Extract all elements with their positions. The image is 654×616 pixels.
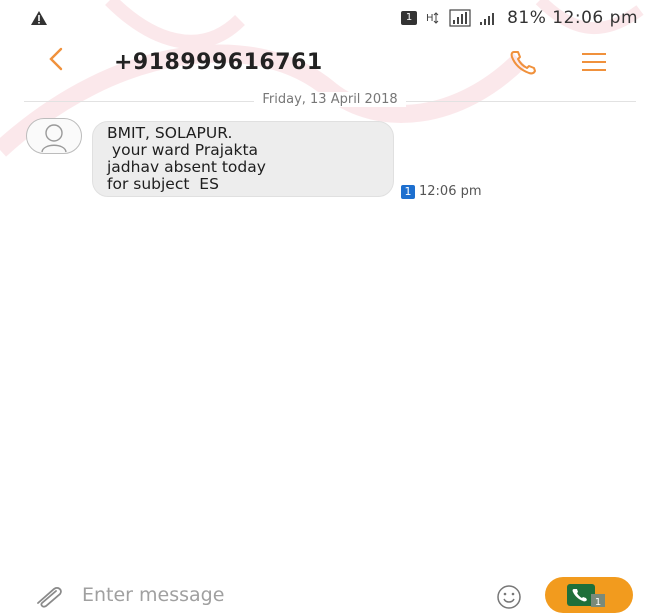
message-bubble[interactable]: BMIT, SOLAPUR. your ward Prajakta jadhav… — [92, 121, 394, 197]
signal-strength-icon — [449, 9, 471, 27]
message-composer: 1 — [0, 572, 654, 613]
message-line: your ward Prajakta — [107, 141, 259, 159]
phone-icon — [510, 51, 536, 75]
contact-avatar[interactable] — [26, 118, 82, 154]
message-input[interactable] — [82, 582, 462, 608]
send-button[interactable]: 1 — [545, 577, 633, 613]
conversation-header: +918999616761 — [0, 40, 654, 86]
date-divider: Friday, 13 April 2018 — [24, 92, 636, 112]
hamburger-menu-icon — [582, 53, 606, 71]
send-sim-label: 1 — [595, 597, 601, 608]
paperclip-icon — [37, 587, 62, 608]
back-button[interactable] — [46, 44, 76, 78]
person-icon — [41, 124, 67, 153]
sim-card-icon: 1 — [401, 11, 418, 25]
message-meta: 1 12:06 pm — [401, 184, 482, 199]
smiley-icon — [497, 585, 521, 609]
message-line: jadhav absent today — [107, 158, 266, 176]
status-bar: 1 H 81% 12:06 pm — [0, 0, 654, 40]
message-time: 12:06 pm — [419, 184, 482, 199]
call-button[interactable] — [508, 48, 540, 76]
warning-icon — [30, 10, 48, 31]
emoji-button[interactable] — [494, 582, 524, 612]
status-text: 81% 12:06 pm — [507, 8, 638, 28]
attach-button[interactable] — [32, 584, 70, 608]
phone-call-icon: 1 — [567, 584, 605, 608]
message-line: BMIT, SOLAPUR. — [107, 124, 233, 142]
sim-badge: 1 — [401, 184, 415, 199]
menu-button[interactable] — [580, 50, 608, 74]
date-label: Friday, 13 April 2018 — [254, 92, 406, 107]
status-indicators: 1 H 81% 12:06 pm — [401, 8, 638, 28]
svg-text:H: H — [426, 13, 434, 24]
contact-title: +918999616761 — [114, 50, 323, 75]
message-line: for subject ES — [107, 175, 219, 193]
network-type-icon: H — [426, 12, 439, 24]
chevron-left-icon — [49, 47, 63, 71]
signal-bars-icon — [480, 13, 495, 25]
